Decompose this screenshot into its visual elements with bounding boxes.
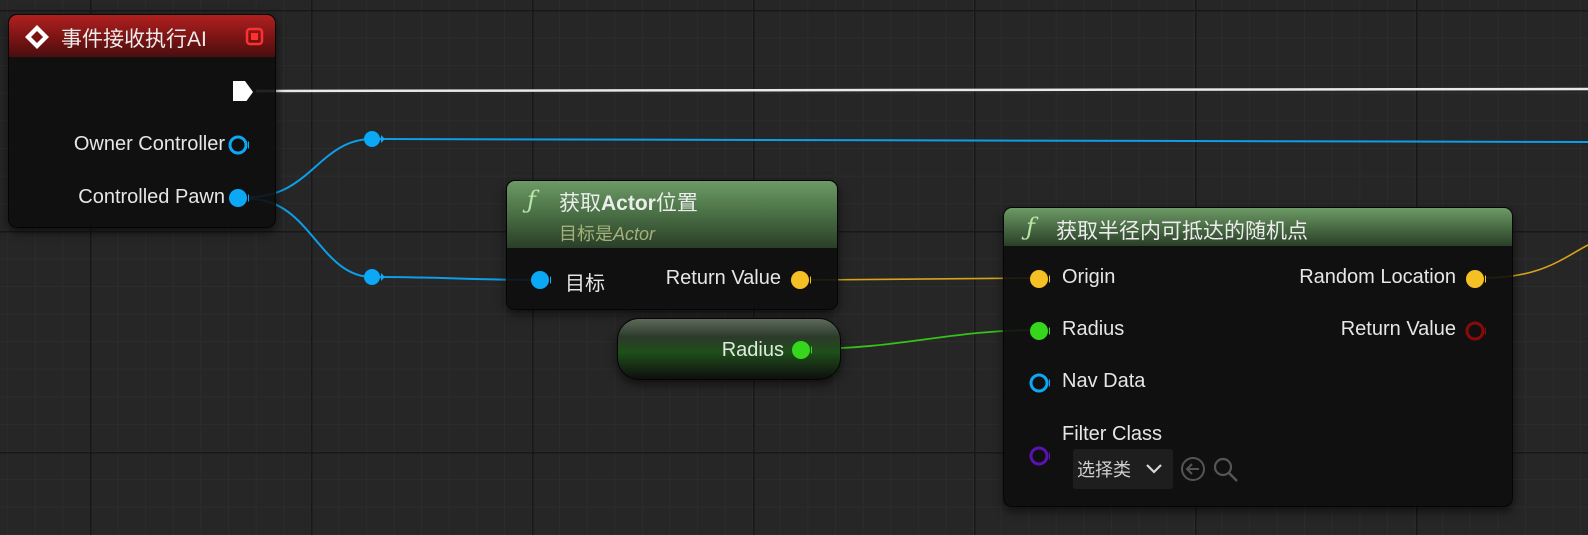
filter-class-row: Filter Class — [1062, 423, 1162, 446]
bool-return-pin[interactable] — [1464, 320, 1486, 342]
filter-class-dropdown-value: 选择类 — [1077, 460, 1131, 480]
origin-label: Origin — [1062, 266, 1116, 288]
radius-variable-node[interactable]: Radius — [617, 318, 841, 380]
controlled-pawn-pin[interactable] — [227, 187, 249, 209]
target-pin[interactable] — [529, 269, 551, 291]
owner-controller-label: Owner Controller — [73, 133, 225, 155]
random-point-header: ƒ 获取半径内可抵达的随机点 — [1004, 208, 1512, 246]
origin-row: Origin — [1062, 266, 1115, 289]
get-actor-location-title: 获取Actor位置 — [559, 192, 698, 215]
radius-var-row: Radius — [628, 339, 784, 362]
use-selected-asset-icon[interactable] — [1180, 456, 1208, 484]
event-node[interactable]: 事件接收执行AI Owner Controller Controlled Paw… — [8, 14, 276, 228]
random-location-label: Random Location — [1299, 266, 1456, 288]
reroute-knot-bottom[interactable] — [361, 266, 387, 288]
random-location-row: Random Location — [1184, 266, 1456, 289]
event-node-header: 事件接收执行AI — [9, 15, 275, 57]
controlled-pawn-row: Controlled Pawn — [19, 186, 225, 209]
return-value-label: Return Value — [665, 267, 781, 289]
event-diamond-icon — [25, 25, 49, 49]
browse-search-icon[interactable] — [1212, 456, 1240, 484]
get-actor-location-node[interactable]: ƒ 获取Actor位置 目标是Actor 目标 Return Value — [506, 180, 838, 310]
return-value-pin[interactable] — [789, 269, 811, 291]
chevron-down-icon — [1146, 464, 1162, 474]
bool-return-label: Return Value — [1340, 318, 1456, 340]
stop-icon[interactable] — [245, 27, 265, 47]
random-point-title: 获取半径内可抵达的随机点 — [1056, 220, 1308, 243]
target-row: 目标 — [565, 267, 605, 296]
radius-pin[interactable] — [1028, 320, 1050, 342]
filter-class-pin[interactable] — [1028, 445, 1050, 467]
reroute-knot-top[interactable] — [361, 128, 387, 150]
filter-class-label: Filter Class — [1062, 423, 1163, 445]
radius-var-pin[interactable] — [790, 339, 812, 361]
bool-return-row: Return Value — [1184, 318, 1456, 341]
filter-class-dropdown[interactable]: 选择类 — [1073, 449, 1173, 489]
event-node-title: 事件接收执行AI — [61, 28, 207, 51]
get-actor-location-subtitle: 目标是Actor — [559, 224, 656, 244]
reroute-to-right-wire — [371, 138, 1588, 143]
owner-controller-pin[interactable] — [227, 134, 249, 156]
origin-pin[interactable] — [1028, 268, 1050, 290]
return-value-row: Return Value — [627, 267, 781, 290]
exec-wire — [255, 87, 1588, 93]
radius-var-label: Radius — [721, 339, 784, 361]
nav-data-label: Nav Data — [1062, 370, 1146, 392]
nav-data-pin[interactable] — [1028, 372, 1050, 394]
owner-controller-row: Owner Controller — [19, 133, 225, 156]
function-icon: ƒ — [527, 186, 536, 214]
random-location-pin[interactable] — [1464, 268, 1486, 290]
nav-data-row: Nav Data — [1062, 370, 1145, 393]
random-point-node[interactable]: ƒ 获取半径内可抵达的随机点 Origin Radius Nav Data Fi… — [1003, 207, 1513, 507]
function-icon: ƒ — [1026, 213, 1035, 241]
controlled-pawn-label: Controlled Pawn — [78, 186, 225, 208]
get-actor-location-header: ƒ 获取Actor位置 目标是Actor — [507, 181, 837, 248]
radius-label: Radius — [1062, 318, 1125, 340]
radius-row: Radius — [1062, 318, 1124, 341]
exec-out-pin[interactable] — [231, 79, 253, 101]
target-label: 目标 — [565, 273, 605, 295]
